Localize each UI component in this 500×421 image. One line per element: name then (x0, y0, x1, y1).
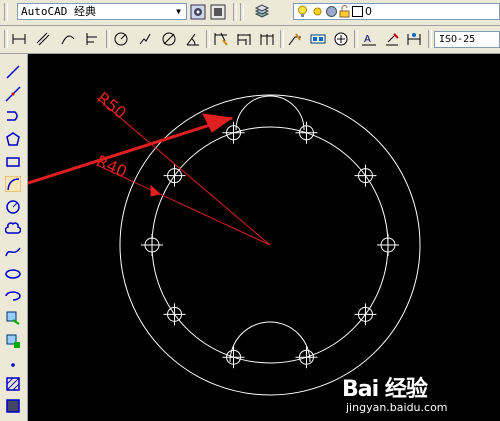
ellipse-arc-icon[interactable] (5, 288, 21, 304)
make-block-icon[interactable] (5, 333, 21, 349)
workspace-select-value: AutoCAD 经典 (21, 5, 96, 18)
bolt-hole[interactable] (222, 346, 245, 369)
aligned-dim-icon[interactable] (35, 31, 51, 47)
top-arc[interactable] (235, 95, 305, 131)
diameter-dim-icon[interactable] (161, 31, 177, 47)
angular-dim-icon[interactable] (185, 31, 201, 47)
workspace-select[interactable]: AutoCAD 经典 ▼ (17, 3, 187, 20)
dim-style-value: ISO-25 (439, 34, 476, 45)
toolbar-grip[interactable] (4, 30, 8, 48)
toolbar-grip[interactable] (240, 3, 244, 21)
line-icon[interactable] (5, 64, 21, 80)
lock-toolbars-icon[interactable] (210, 4, 226, 20)
linear-dim-icon[interactable] (11, 31, 27, 47)
bolt-hole[interactable] (377, 234, 399, 256)
bolt-hole[interactable] (295, 346, 318, 369)
center-mark-icon[interactable] (333, 31, 349, 47)
drawing-svg: R50 R40 (28, 88, 421, 396)
separator (106, 30, 110, 48)
radius-dim-icon[interactable] (113, 31, 129, 47)
dim-label-r50[interactable]: R50 (94, 88, 131, 122)
workspace-settings-icon[interactable] (190, 4, 206, 20)
bolt-hole[interactable] (163, 303, 186, 326)
separator (206, 30, 210, 48)
arc-icon[interactable] (5, 176, 21, 192)
separator (280, 30, 284, 48)
toolbar-grip[interactable] (4, 3, 8, 21)
arc-length-icon[interactable] (60, 31, 76, 47)
dim-label-r40[interactable]: R40 (93, 151, 129, 181)
bolt-hole[interactable] (222, 121, 245, 144)
revcloud-icon[interactable] (5, 221, 21, 237)
separator (354, 30, 358, 48)
ellipse-icon[interactable] (5, 266, 21, 282)
quick-dim-icon[interactable] (213, 31, 229, 47)
tolerance-icon[interactable] (310, 31, 326, 47)
continue-dim-icon[interactable] (259, 31, 275, 47)
dim-style-select[interactable]: ISO-25 (434, 31, 500, 48)
draw-toolbar (0, 54, 28, 421)
dim-update-icon[interactable] (406, 31, 422, 47)
separator (233, 3, 237, 21)
lightbulb-icon[interactable] (296, 5, 309, 18)
polygon-icon[interactable] (5, 131, 21, 147)
dimtedit-icon[interactable] (384, 31, 400, 47)
sun-icon[interactable] (311, 5, 324, 18)
rectangle-icon[interactable] (5, 154, 21, 170)
layer-name: 0 (365, 5, 372, 18)
gradient-icon[interactable] (5, 398, 21, 414)
dimedit-icon[interactable]: A (361, 31, 377, 47)
polyline-icon[interactable] (5, 108, 21, 124)
hatch-icon[interactable] (5, 376, 21, 392)
bolt-hole[interactable] (141, 234, 163, 256)
construction-line-icon[interactable] (5, 86, 21, 102)
bolt-hole[interactable] (163, 164, 186, 187)
layer-manager-icon[interactable] (254, 4, 270, 20)
point-icon[interactable] (5, 355, 21, 371)
bolt-hole[interactable] (295, 121, 318, 144)
ordinate-dim-icon[interactable] (84, 31, 100, 47)
dimension-toolbar: A ISO-25 (0, 26, 500, 54)
jogged-dim-icon[interactable] (137, 31, 153, 47)
separator (428, 30, 432, 48)
layer-control[interactable]: 0 (293, 3, 500, 20)
r40-arrow-tip (150, 184, 162, 197)
circle-icon[interactable] (5, 199, 21, 215)
drawing-canvas[interactable]: R50 R40 Bai 经验 jingyan.baidu.com (28, 54, 500, 421)
spline-icon[interactable] (5, 244, 21, 260)
watermark-brand: Bai 经验 (342, 377, 428, 402)
watermark-url: jingyan.baidu.com (346, 401, 448, 414)
lock-icon[interactable] (338, 5, 351, 18)
svg-text:A: A (364, 34, 371, 45)
baseline-dim-icon[interactable] (236, 31, 252, 47)
red-arrow-shaft (28, 116, 233, 185)
quick-leader-icon[interactable] (287, 31, 303, 47)
workspace-toolbar: AutoCAD 经典 ▼ 0 (0, 0, 500, 26)
layer-color-swatch (352, 6, 363, 17)
baidu-watermark: Bai 经验 jingyan.baidu.com (342, 371, 492, 417)
bolt-hole[interactable] (354, 164, 377, 187)
bottom-arc[interactable] (229, 321, 311, 363)
color-square-icon[interactable] (325, 5, 338, 18)
bolt-hole[interactable] (354, 303, 377, 326)
chevron-down-icon[interactable]: ▼ (172, 5, 185, 18)
insert-block-icon[interactable] (5, 310, 21, 326)
